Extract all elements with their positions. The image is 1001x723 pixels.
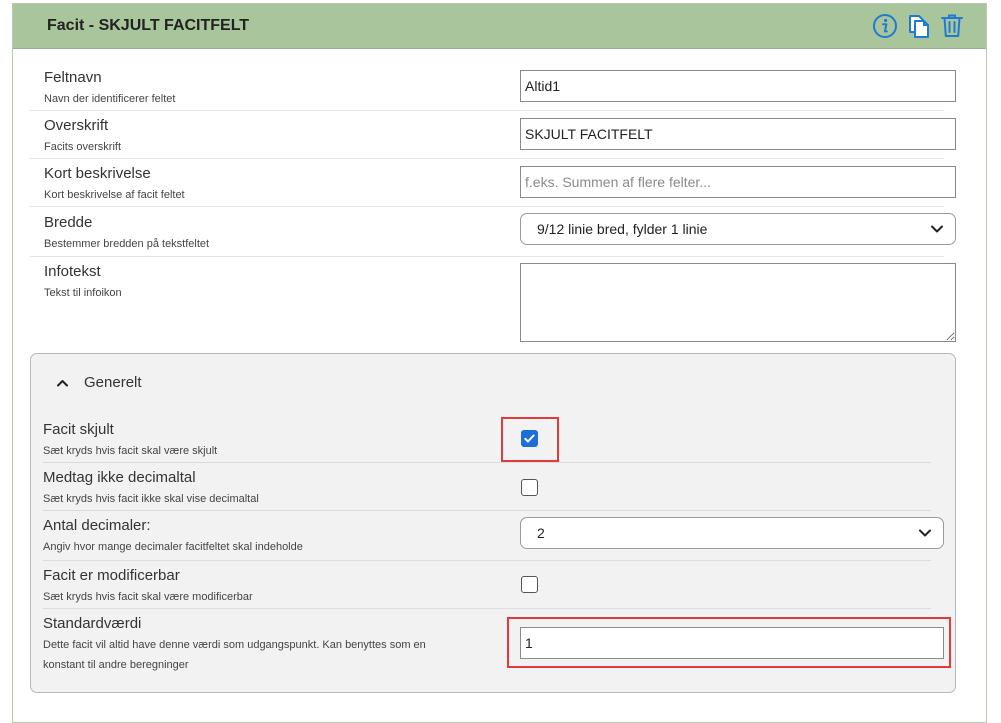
- medtag-decimal-row: Medtag ikke decimaltal Sæt kryds hvis fa…: [43, 462, 931, 511]
- modificerbar-label: Facit er modificerbar: [43, 567, 180, 584]
- infotekst-label: Infotekst: [44, 263, 101, 280]
- feltnavn-label: Feltnavn: [44, 69, 102, 86]
- standardvaerdi-help-line2: konstant til andre beregninger: [43, 659, 189, 671]
- info-icon[interactable]: [872, 13, 898, 39]
- feltnavn-input[interactable]: [520, 70, 956, 102]
- modificerbar-row: Facit er modificerbar Sæt kryds hvis fac…: [43, 560, 931, 609]
- generelt-toggle[interactable]: Generelt: [57, 374, 142, 391]
- bredde-label: Bredde: [44, 214, 93, 231]
- bredde-help: Bestemmer bredden på tekstfeltet: [44, 238, 210, 250]
- antal-decimaler-help: Angiv hvor mange decimaler facitfeltet s…: [43, 541, 303, 553]
- antal-decimaler-selected: 2: [537, 525, 545, 541]
- bredde-select[interactable]: 9/12 linie bred, fylder 1 linie: [520, 213, 956, 245]
- medtag-decimal-help: Sæt kryds hvis facit ikke skal vise deci…: [43, 493, 259, 505]
- modificerbar-checkbox[interactable]: [521, 576, 538, 593]
- panel-header: Facit - SKJULT FACITFELT: [13, 4, 986, 49]
- standardvaerdi-help-line1: Dette facit vil altid have denne værdi s…: [43, 639, 426, 651]
- infotekst-help: Tekst til infoikon: [44, 287, 122, 299]
- facit-skjult-label: Facit skjult: [43, 421, 114, 438]
- infotekst-textarea[interactable]: [520, 263, 956, 342]
- trash-icon[interactable]: [940, 13, 964, 39]
- overskrift-help: Facits overskrift: [44, 141, 122, 153]
- panel-title: Facit - SKJULT FACITFELT: [47, 17, 250, 34]
- checkmark-icon: [524, 434, 535, 443]
- chevron-down-icon: [931, 225, 943, 233]
- antal-decimaler-select[interactable]: 2: [520, 517, 944, 549]
- overskrift-input[interactable]: [520, 118, 956, 150]
- feltnavn-help: Navn der identificerer feltet: [44, 93, 176, 105]
- antal-decimaler-label: Antal decimaler:: [43, 517, 151, 534]
- modificerbar-help: Sæt kryds hvis facit skal være modificer…: [43, 591, 253, 603]
- chevron-up-icon: [57, 379, 68, 386]
- copy-icon[interactable]: [907, 13, 931, 39]
- generelt-title: Generelt: [84, 374, 142, 391]
- standardvaerdi-label: Standardværdi: [43, 615, 142, 632]
- kort-beskrivelse-label: Kort beskrivelse: [44, 165, 151, 182]
- chevron-down-icon: [919, 529, 931, 537]
- bredde-selected: 9/12 linie bred, fylder 1 linie: [537, 221, 708, 237]
- medtag-decimal-checkbox[interactable]: [521, 479, 538, 496]
- overskrift-label: Overskrift: [44, 117, 109, 134]
- header-actions: [872, 13, 964, 39]
- facit-skjult-row: Facit skjult Sæt kryds hvis facit skal v…: [43, 414, 931, 463]
- medtag-decimal-label: Medtag ikke decimaltal: [43, 469, 196, 486]
- kort-beskrivelse-input[interactable]: [520, 166, 956, 198]
- facit-skjult-help: Sæt kryds hvis facit skal være skjult: [43, 445, 218, 457]
- kort-beskrivelse-help: Kort beskrivelse af facit feltet: [44, 189, 185, 201]
- facit-skjult-checkbox[interactable]: [521, 430, 538, 447]
- standardvaerdi-input[interactable]: [520, 627, 944, 659]
